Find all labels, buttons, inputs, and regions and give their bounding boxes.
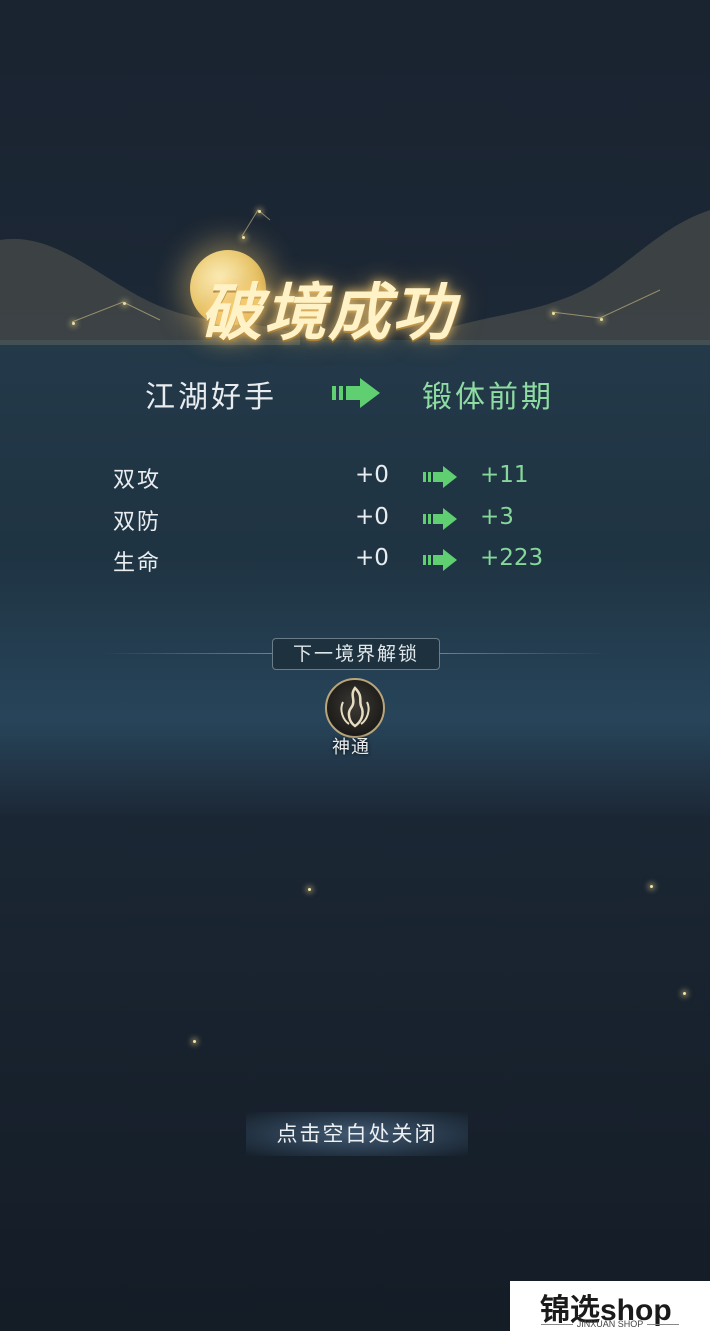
rank-from: 江湖好手: [145, 380, 277, 415]
stat-row-defense: 双防 +0 +3: [0, 504, 710, 540]
stat-to: +11: [480, 462, 529, 488]
stat-row-life: 生命 +0 +223: [0, 545, 710, 581]
unlock-heading: 下一境界解锁: [272, 638, 440, 670]
arrow-right-icon: [423, 466, 457, 488]
stat-label: 生命: [113, 551, 162, 576]
arrow-right-icon: [332, 378, 380, 408]
stat-label: 双攻: [113, 468, 162, 493]
star: [650, 885, 653, 888]
stat-from: +0: [355, 462, 389, 488]
flame-hand-glyph: [340, 686, 370, 728]
stat-to: +223: [480, 545, 544, 571]
star: [308, 888, 311, 891]
flame-hand-icon[interactable]: [325, 678, 385, 738]
arrow-right-icon: [423, 508, 457, 530]
stat-to: +3: [480, 504, 514, 530]
star: [683, 992, 686, 995]
star: [193, 1040, 196, 1043]
arrow-right-icon: [423, 549, 457, 571]
watermark-sub: JINXUAN SHOP: [510, 1319, 710, 1329]
stat-from: +0: [355, 545, 389, 571]
page-title: 破境成功: [200, 276, 457, 349]
stat-row-attack: 双攻 +0 +11: [0, 462, 710, 498]
rank-to: 锻体前期: [422, 380, 554, 415]
stat-from: +0: [355, 504, 389, 530]
rank-change-row: 江湖好手 锻体前期: [0, 372, 710, 415]
watermark-logo: 锦选shop JINXUAN SHOP: [510, 1281, 710, 1331]
stat-label: 双防: [113, 510, 162, 535]
skill-name: 神通: [332, 737, 370, 758]
close-hint[interactable]: 点击空白处关闭: [246, 1112, 468, 1156]
divider-left: [100, 653, 272, 654]
divider-right: [438, 653, 610, 654]
